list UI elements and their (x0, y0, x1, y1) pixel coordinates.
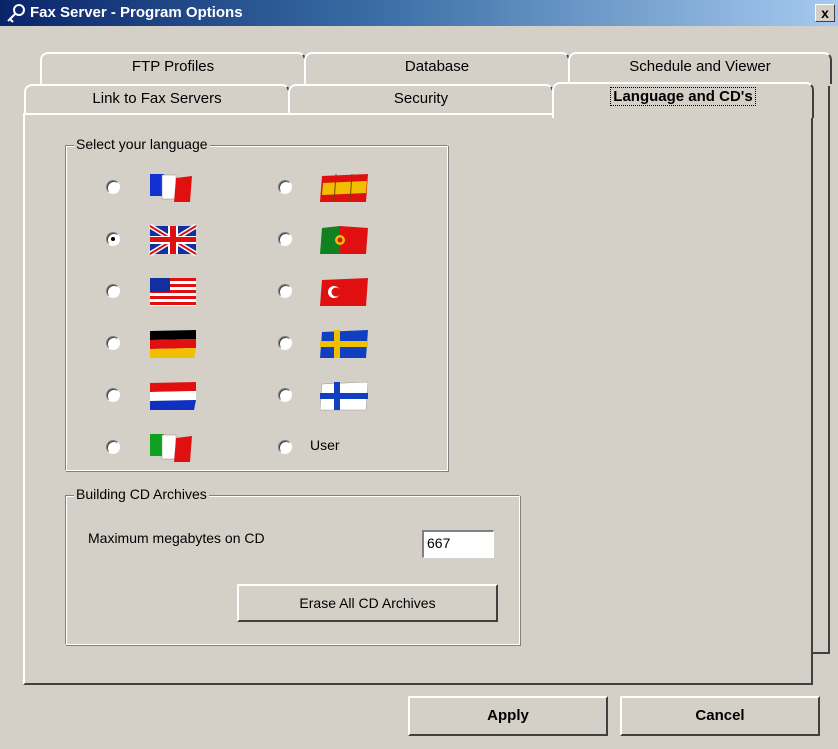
flag-france-icon (150, 174, 192, 202)
tab-security[interactable]: Security (288, 84, 554, 116)
apply-button[interactable]: Apply (408, 696, 608, 736)
radio-swedish[interactable] (278, 336, 292, 350)
title-bar: Fax Server - Program Options x (0, 0, 838, 26)
flag-sweden-icon (320, 330, 368, 358)
radio-english-uk[interactable] (106, 232, 120, 246)
radio-german[interactable] (106, 336, 120, 350)
flag-germany-icon (150, 330, 196, 358)
radio-finnish[interactable] (278, 388, 292, 402)
radio-portuguese[interactable] (278, 232, 292, 246)
user-language-label: User (310, 437, 340, 453)
flag-italy-icon (150, 434, 192, 462)
cd-group-title: Building CD Archives (74, 486, 209, 502)
language-group-title: Select your language (74, 136, 210, 152)
tab-schedule-and-viewer[interactable]: Schedule and Viewer (568, 52, 832, 84)
flag-turkey-icon (320, 278, 368, 306)
erase-cd-archives-button[interactable]: Erase All CD Archives (237, 584, 498, 622)
tab-panel: Select your language User Building CD Ar… (23, 113, 813, 685)
radio-english-us[interactable] (106, 284, 120, 298)
window-title: Fax Server - Program Options (30, 4, 243, 21)
cancel-button[interactable]: Cancel (620, 696, 820, 736)
flag-finland-icon (320, 381, 369, 411)
radio-user[interactable] (278, 440, 292, 454)
flag-netherlands-icon (150, 382, 196, 410)
max-mb-input[interactable]: 667 (422, 530, 494, 558)
flag-usa-icon (150, 278, 196, 306)
flag-spain-icon (320, 173, 368, 203)
radio-spanish[interactable] (278, 180, 292, 194)
key-icon (7, 4, 25, 23)
tab-language-and-cds[interactable]: Language and CD's (552, 82, 814, 118)
max-mb-label: Maximum megabytes on CD (88, 530, 265, 546)
cd-archives-groupbox: Building CD Archives Maximum megabytes o… (65, 486, 520, 645)
tab-database[interactable]: Database (304, 52, 570, 84)
close-button[interactable]: x (815, 4, 835, 22)
language-groupbox: Select your language User (65, 136, 448, 471)
tab-ftp-profiles[interactable]: FTP Profiles (40, 52, 306, 84)
radio-italian[interactable] (106, 440, 120, 454)
radio-turkish[interactable] (278, 284, 292, 298)
flag-uk-icon (148, 223, 198, 257)
close-icon: x (821, 5, 829, 21)
radio-french[interactable] (106, 180, 120, 194)
flag-portugal-icon (320, 226, 368, 254)
tab-link-to-fax-servers[interactable]: Link to Fax Servers (24, 84, 290, 116)
radio-dutch[interactable] (106, 388, 120, 402)
